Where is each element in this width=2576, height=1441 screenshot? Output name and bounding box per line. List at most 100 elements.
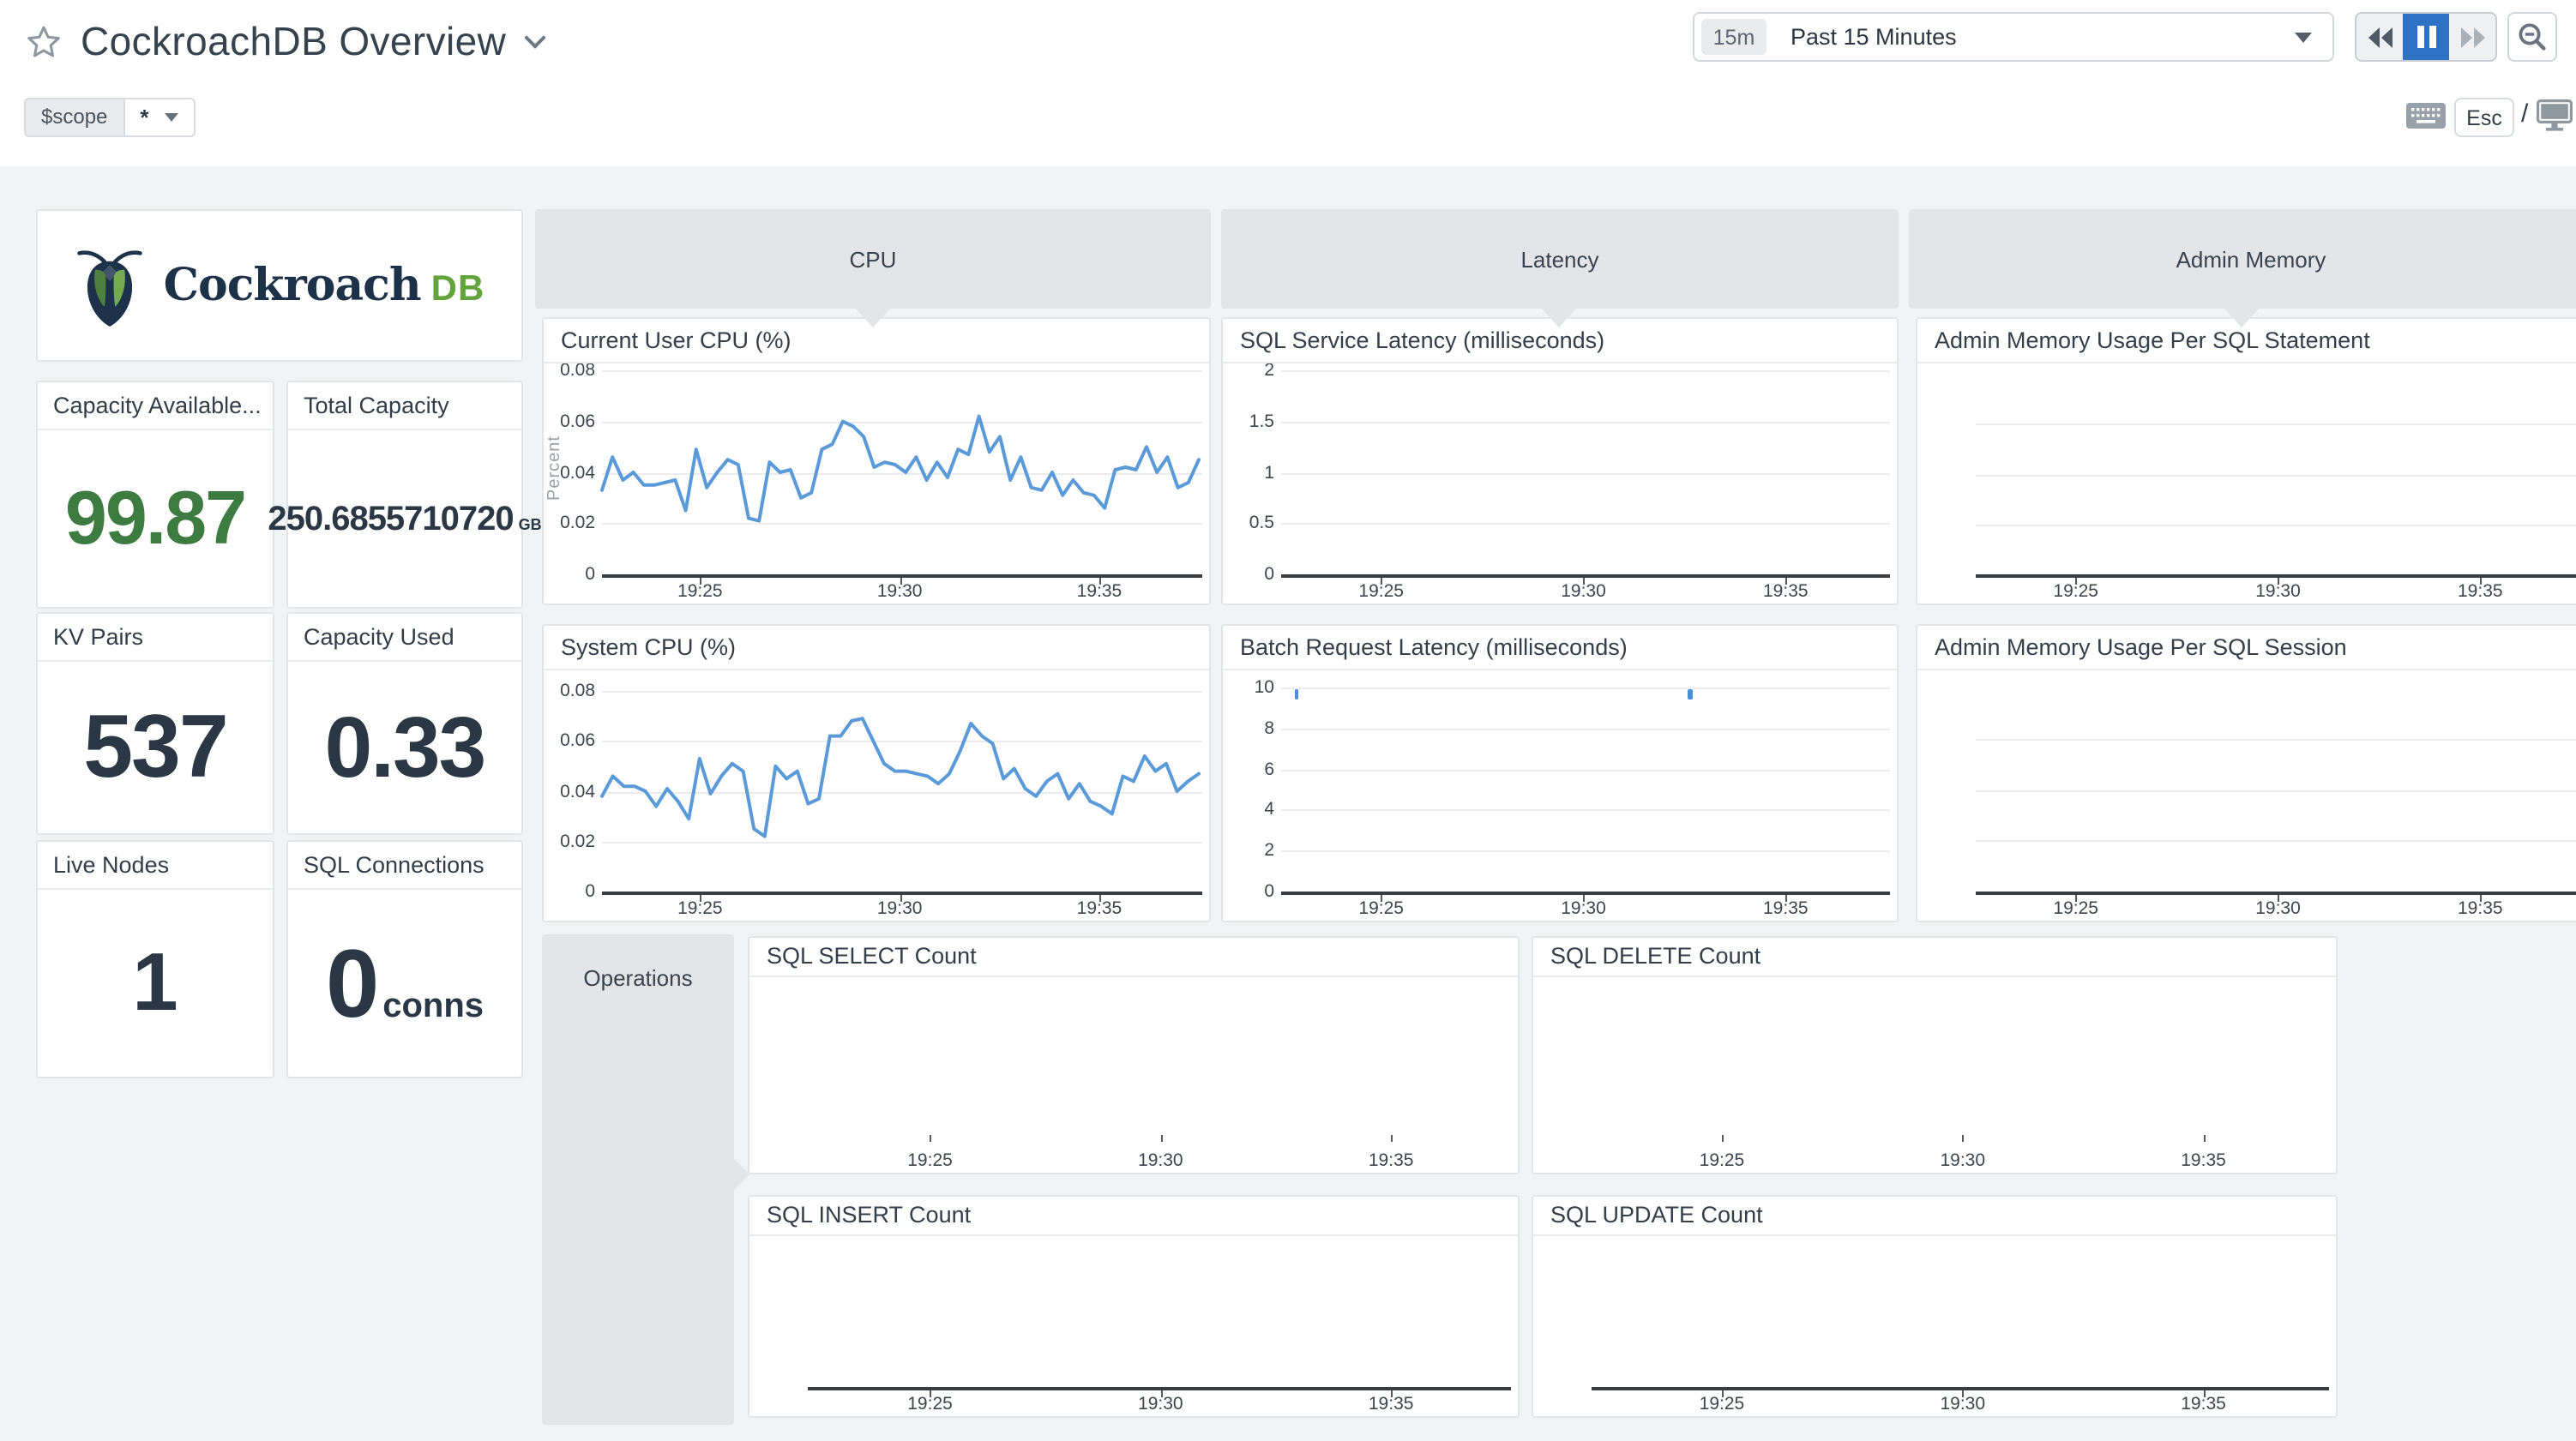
chart-panel-admin-memory-statement: Admin Memory Usage Per SQL Statement 19:… (1916, 317, 2576, 605)
x-tick-label: 19:35 (1339, 1150, 1442, 1171)
chart-panel-sql-insert-count: SQL INSERT Count 19:2519:3019:35 (748, 1195, 1520, 1418)
stat-title: Capacity Available... (38, 382, 273, 430)
stat-tile-total-capacity: Total Capacity 250.6855710720 GB (286, 381, 523, 609)
chart-plot-sql-service-latency[interactable]: 00.511.5219:2519:3019:35 (1223, 363, 1897, 603)
group-header-admin-memory[interactable]: Admin Memory (1909, 209, 2576, 309)
gridline (1976, 790, 2576, 791)
fast-forward-icon (2460, 27, 2484, 47)
chart-plot-current-user-cpu[interactable]: 00.020.040.060.0819:2519:3019:35Percent (544, 363, 1209, 603)
page-title: CockroachDB Overview (81, 18, 506, 64)
playback-controls (2355, 12, 2497, 62)
stat-tile-capacity-used: Capacity Used 0.33 (286, 612, 523, 835)
stat-value-area: 0.33 (288, 662, 521, 833)
x-tick-mark (930, 1135, 932, 1142)
chart-plot-sql-update-count[interactable]: 19:2519:3019:35 (1533, 1236, 2336, 1416)
x-tick-mark (1963, 1135, 1965, 1142)
chevron-down-icon[interactable] (523, 33, 547, 49)
stat-title: Live Nodes (38, 842, 273, 890)
group-header-cpu[interactable]: CPU (535, 209, 1211, 309)
star-icon[interactable] (24, 21, 63, 61)
scope-variable-value[interactable]: * (124, 98, 195, 137)
chart-plot-sql-insert-count[interactable]: 19:2519:3019:35 (749, 1236, 1518, 1416)
x-tick-label: 19:30 (2227, 898, 2330, 919)
gridline (1976, 739, 2576, 741)
stat-value: 1 (132, 942, 178, 1024)
keyboard-shortcuts-button[interactable] (2406, 103, 2446, 137)
spike-mark (1688, 688, 1692, 699)
stat-value-area: 0 conns (288, 890, 521, 1077)
y-tick-label: 8 (1223, 718, 1274, 739)
group-label-operations: Operations (542, 934, 734, 991)
y-tick-label: 10 (1223, 677, 1274, 698)
stat-title: Capacity Used (288, 614, 521, 662)
logo-word: Cockroach (164, 260, 421, 311)
stat-value: 0.33 (325, 705, 485, 790)
stat-value: 537 (83, 703, 227, 792)
gridline (1976, 841, 2576, 843)
fast-forward-button[interactable] (2449, 14, 2495, 60)
gridline (1976, 525, 2576, 526)
cockroachdb-logo-tile: Cockroach DB (36, 209, 523, 362)
stat-unit: conns (382, 988, 484, 1023)
x-tick-mark (1160, 1135, 1162, 1142)
y-tick-label: 2 (1223, 840, 1274, 861)
chart-plot-sql-select-count[interactable]: 19:2519:3019:35 (749, 977, 1518, 1173)
chart-title: System CPU (%) (544, 626, 1209, 670)
time-range-shortcut-badge[interactable]: 15m (1701, 19, 1766, 55)
chart-title: Admin Memory Usage Per SQL Session (1917, 626, 2576, 670)
chart-plot-admin-memory-statement[interactable]: 19:25 19:30 19:35 (1917, 363, 2576, 603)
axis-line (1281, 574, 1890, 577)
x-tick-label: 19:35 (2429, 581, 2531, 602)
x-tick-label: 19:25 (2025, 581, 2128, 602)
template-variable-scope[interactable]: $scope * (24, 98, 196, 137)
gridline (1281, 850, 1890, 852)
chart-panel-admin-memory-session: Admin Memory Usage Per SQL Session 19:25… (1916, 624, 2576, 922)
group-notch-cpu (854, 307, 892, 327)
chart-plot-system-cpu[interactable]: 00.020.040.060.0819:2519:3019:35 (544, 670, 1209, 921)
dashboard-title-row: CockroachDB Overview (24, 10, 547, 72)
cockroach-bug-icon (75, 244, 147, 327)
axis-line (1281, 892, 1890, 894)
caret-down-icon (165, 113, 178, 122)
y-tick-label: 4 (1223, 800, 1274, 820)
x-tick-label: 19:30 (2227, 581, 2330, 602)
chart-plot-batch-request-latency[interactable]: 024681019:2519:3019:35 (1223, 670, 1897, 921)
group-header-latency[interactable]: Latency (1221, 209, 1899, 309)
x-tick-label: 19:30 (1911, 1394, 2014, 1414)
x-tick-label: 19:25 (2025, 898, 2128, 919)
gridline (1976, 424, 2576, 426)
x-tick-label: 19:35 (1339, 1394, 1442, 1414)
shortcut-separator: / (2521, 99, 2528, 129)
gridline (1281, 729, 1890, 730)
chart-panel-sql-delete-count: SQL DELETE Count 19:2519:3019:35 (1532, 936, 2338, 1174)
logo-suffix: DB (431, 268, 485, 309)
stat-value: 0 (326, 935, 379, 1031)
stat-value: 250.6855710720 (268, 501, 513, 536)
rewind-button[interactable] (2356, 14, 2403, 60)
gridline (1281, 422, 1890, 423)
chart-plot-sql-delete-count[interactable]: 19:2519:3019:35 (1533, 977, 2336, 1173)
chart-plot-admin-memory-session[interactable]: 19:2519:3019:35 (1917, 670, 2576, 921)
axis-line (1976, 574, 2576, 577)
line-series (544, 363, 1209, 603)
gridline (1281, 769, 1890, 771)
group-header-operations[interactable]: Operations (542, 934, 734, 1425)
stat-value-area: 1 (38, 890, 273, 1077)
x-tick-label: 19:30 (1532, 581, 1635, 602)
zoom-out-magnifier-icon (2518, 22, 2547, 51)
esc-key-badge: Esc (2454, 98, 2514, 137)
x-tick-label: 19:25 (1330, 898, 1433, 919)
time-range-selector[interactable]: 15m Past 15 Minutes (1693, 12, 2334, 62)
pause-button[interactable] (2403, 14, 2449, 60)
x-tick-label: 19:35 (1734, 898, 1837, 919)
x-tick-label: 19:25 (1670, 1394, 1773, 1414)
scope-value-text: * (140, 99, 148, 135)
zoom-out-button[interactable] (2507, 12, 2557, 62)
fullscreen-tv-button[interactable] (2537, 99, 2573, 141)
chart-panel-sql-select-count: SQL SELECT Count 19:2519:3019:35 (748, 936, 1520, 1174)
y-tick-label: 2 (1223, 363, 1274, 381)
chart-title: SQL UPDATE Count (1533, 1197, 2336, 1236)
axis-line (1592, 1387, 2329, 1390)
x-tick-mark (1722, 1135, 1724, 1142)
y-tick-label: 0.5 (1223, 513, 1274, 534)
